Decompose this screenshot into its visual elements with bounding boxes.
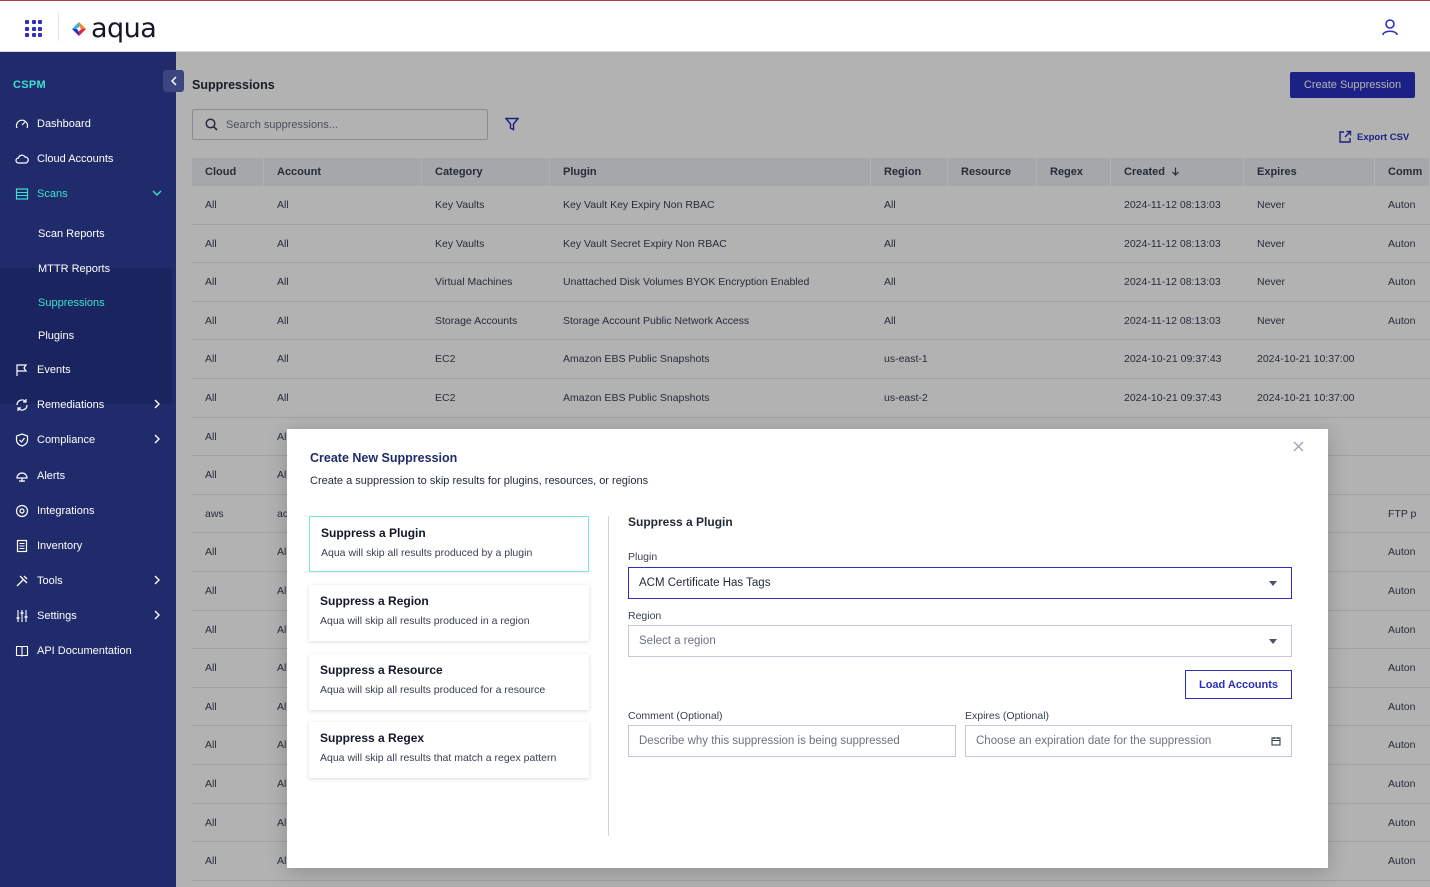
chevron-right-icon (154, 399, 160, 409)
cloud-icon (15, 152, 29, 166)
sidebar-item-dashboard[interactable]: Dashboard (0, 110, 176, 138)
sidebar-item-integrations[interactable]: Integrations (0, 497, 176, 525)
chevron-down-icon (152, 190, 162, 196)
chevron-right-icon (154, 434, 160, 444)
comment-field[interactable]: Describe why this suppression is being s… (628, 725, 956, 757)
load-accounts-button[interactable]: Load Accounts (1185, 670, 1292, 699)
sidebar-item-scans[interactable]: Scans (0, 180, 176, 208)
modal-title: Create New Suppression (310, 451, 458, 465)
aqua-logo-mark-icon (72, 22, 86, 36)
option-title: Suppress a Region (320, 594, 429, 608)
shield-check-icon (15, 433, 29, 447)
sidebar-item-label: Cloud Accounts (37, 153, 114, 165)
sidebar-item-label: Inventory (37, 540, 83, 552)
option-title: Suppress a Plugin (321, 526, 426, 540)
option-suppress-region[interactable]: Suppress a Region Aqua will skip all res… (309, 585, 589, 641)
sidebar-section-title: CSPM (13, 79, 46, 91)
option-description: Aqua will skip all results produced in a… (320, 615, 530, 627)
inventory-icon (15, 539, 29, 553)
aqua-logo[interactable]: aqua (70, 13, 157, 44)
book-icon (15, 644, 29, 658)
scans-icon (15, 187, 29, 201)
option-description: Aqua will skip all results produced for … (320, 684, 546, 696)
sidebar-subitem-plugins[interactable]: Plugins (38, 330, 74, 342)
option-title: Suppress a Resource (320, 663, 443, 677)
plugin-select-value: ACM Certificate Has Tags (639, 577, 771, 589)
tools-icon (15, 574, 29, 588)
region-label: Region (628, 610, 662, 622)
chevron-right-icon (154, 610, 160, 620)
sidebar-item-remediations[interactable]: Remediations (0, 391, 176, 419)
caret-down-icon (1269, 581, 1277, 586)
sidebar-item-label: Tools (37, 575, 63, 587)
sidebar-item-label: Integrations (37, 505, 95, 517)
option-suppress-regex[interactable]: Suppress a Regex Aqua will skip all resu… (309, 722, 589, 778)
sidebar-item-label: Settings (37, 610, 77, 622)
create-suppression-modal: Create New Suppression Create a suppress… (287, 429, 1328, 868)
sidebar-item-label: Dashboard (37, 118, 91, 130)
option-title: Suppress a Regex (320, 731, 425, 745)
sidebar-item-label: Events (37, 364, 71, 376)
sidebar-item-api-documentation[interactable]: API Documentation (0, 637, 176, 665)
modal-divider (608, 516, 609, 836)
sidebar-item-label: Remediations (37, 399, 105, 411)
sidebar-collapse-button[interactable] (163, 70, 184, 92)
sidebar: CSPM Dashboard Cloud Accounts Scans Scan… (0, 52, 184, 887)
close-icon[interactable] (1293, 441, 1304, 452)
region-select-placeholder: Select a region (639, 635, 716, 647)
sidebar-subitem-scan-reports[interactable]: Scan Reports (38, 228, 105, 240)
chevron-right-icon (154, 575, 160, 585)
top-bar: aqua (0, 0, 1430, 52)
dashboard-gauge-icon (15, 117, 29, 131)
alert-icon (15, 469, 29, 483)
comment-label: Comment (Optional) (628, 710, 723, 722)
calendar-icon[interactable] (1271, 736, 1281, 746)
plugin-select[interactable]: ACM Certificate Has Tags (628, 567, 1292, 599)
user-profile-icon[interactable] (1381, 18, 1399, 36)
region-select[interactable]: Select a region (628, 625, 1292, 657)
sidebar-item-events[interactable]: Events (0, 356, 176, 384)
app-launcher-icon[interactable] (25, 20, 42, 37)
expires-date-field[interactable]: Choose an expiration date for the suppre… (965, 725, 1292, 757)
logo-text: aqua (91, 13, 157, 44)
comment-placeholder: Describe why this suppression is being s… (639, 735, 900, 747)
remediation-icon (15, 398, 29, 412)
sidebar-subitem-mttr-reports[interactable]: MTTR Reports (38, 263, 110, 275)
form-title: Suppress a Plugin (628, 515, 733, 529)
option-suppress-resource[interactable]: Suppress a Resource Aqua will skip all r… (309, 654, 589, 710)
option-suppress-plugin[interactable]: Suppress a Plugin Aqua will skip all res… (309, 516, 589, 572)
sidebar-item-settings[interactable]: Settings (0, 602, 176, 630)
chevron-left-icon (170, 76, 177, 86)
sidebar-item-alerts[interactable]: Alerts (0, 462, 176, 490)
option-description: Aqua will skip all results that match a … (320, 752, 557, 764)
sidebar-item-label: Scans (37, 188, 68, 200)
sidebar-item-cloud-accounts[interactable]: Cloud Accounts (0, 145, 176, 173)
sidebar-item-tools[interactable]: Tools (0, 567, 176, 595)
sidebar-item-label: API Documentation (37, 645, 132, 657)
plugin-label: Plugin (628, 551, 658, 563)
expires-label: Expires (Optional) (965, 710, 1050, 722)
option-description: Aqua will skip all results produced by a… (321, 547, 533, 559)
divider (58, 13, 59, 41)
integrations-icon (15, 504, 29, 518)
sliders-icon (15, 609, 29, 623)
modal-subtitle: Create a suppression to skip results for… (310, 475, 649, 487)
caret-down-icon (1269, 639, 1277, 644)
sidebar-item-inventory[interactable]: Inventory (0, 532, 176, 560)
sidebar-subitem-suppressions[interactable]: Suppressions (38, 297, 105, 309)
sidebar-item-label: Alerts (37, 470, 66, 482)
flag-icon (15, 363, 29, 377)
sidebar-item-compliance[interactable]: Compliance (0, 426, 176, 454)
expires-placeholder: Choose an expiration date for the suppre… (976, 735, 1212, 747)
sidebar-item-label: Compliance (37, 434, 96, 446)
